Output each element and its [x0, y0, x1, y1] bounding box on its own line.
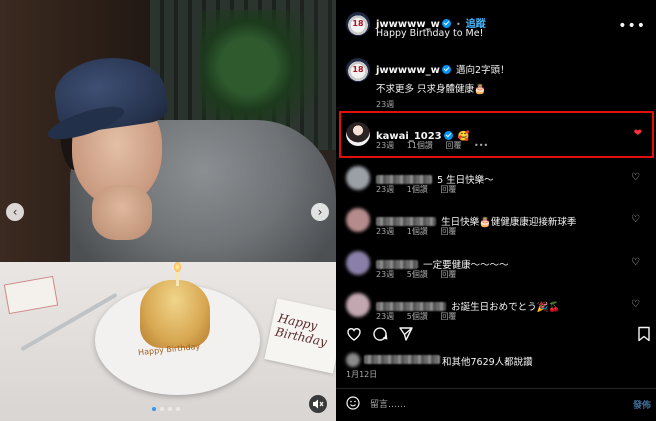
heart-icon[interactable]: ♡	[631, 257, 640, 268]
list-item: 一定要健康～～～～ 23週 5個讚 回覆 ♡	[346, 251, 646, 285]
jersey-number: 18	[352, 65, 364, 74]
comment-meta: 23週 1個讚 回覆	[376, 184, 456, 195]
blurred-username[interactable]	[376, 260, 418, 269]
post-date: 1月12日	[346, 370, 378, 379]
comment-likes[interactable]: 5個讚	[407, 312, 428, 321]
comment-input[interactable]	[370, 396, 590, 413]
reply-button[interactable]: 回覆	[440, 185, 456, 194]
heart-icon[interactable]: ♡	[631, 214, 640, 225]
carousel-dot	[152, 407, 156, 411]
comment-meta: 23週 11個讚 回覆 •••	[376, 140, 488, 151]
comment-time: 23週	[376, 270, 395, 279]
comment-glyph	[373, 327, 388, 341]
blurred-username[interactable]	[376, 302, 446, 311]
comment-meta: 23週 5個讚 回覆	[376, 269, 456, 280]
comment-composer: 發佈	[346, 396, 651, 414]
post-photo[interactable]: Happy Birthday Happy Birthday ‹ ›	[0, 0, 336, 421]
heart-glyph	[347, 328, 361, 341]
list-item: 5 生日快樂～ 23週 1個讚 回覆 ♡	[346, 166, 646, 200]
comment-time: 23週	[376, 227, 395, 236]
comment-time: 23週	[376, 141, 395, 150]
speaker-muted-glyph	[313, 399, 324, 409]
list-item: 生日快樂🎂健健康康迎接新球季 23週 1個讚 回覆 ♡	[346, 208, 646, 242]
heart-icon[interactable]: ❤	[634, 128, 642, 139]
bookmark-glyph	[638, 326, 650, 342]
list-item: お誕生日おめでとう🎉🍒 23週 5個讚 回覆 ♡	[346, 293, 646, 327]
heart-icon[interactable]: ♡	[631, 299, 640, 310]
post-subtitle: Happy Birthday to Me!	[376, 28, 484, 39]
likes-text: 和其他7629人都說讚	[442, 357, 533, 368]
reply-button[interactable]: 回覆	[445, 141, 461, 150]
more-options-icon[interactable]: •••	[618, 18, 646, 34]
birthday-cake	[140, 280, 210, 348]
avatar	[346, 353, 360, 367]
avatar[interactable]	[346, 122, 370, 146]
reply-button[interactable]: 回覆	[440, 227, 456, 236]
paper-plane-icon[interactable]	[398, 326, 414, 346]
caption-username[interactable]: jwwwww_w	[376, 65, 440, 76]
comment-likes[interactable]: 1個讚	[407, 185, 428, 194]
comment-icon[interactable]	[372, 326, 388, 346]
chevron-right-icon[interactable]: ›	[311, 203, 329, 221]
caption-line: jwwwww_w 邁向2字頭！	[376, 58, 510, 77]
jersey-number: 18	[352, 19, 364, 28]
avatar[interactable]	[346, 166, 370, 190]
avatar[interactable]	[346, 251, 370, 275]
comment-text: 生日快樂🎂健健康康迎接新球季	[441, 217, 577, 228]
carousel-dot	[160, 407, 164, 411]
candle-flame	[174, 262, 181, 272]
reply-button[interactable]: 回覆	[440, 270, 456, 279]
verified-badge-icon	[441, 19, 451, 28]
paper-plane-glyph	[399, 327, 413, 341]
person-hand	[92, 185, 152, 240]
caption-text: 邁向2字頭！	[455, 65, 510, 76]
chevron-left-icon[interactable]: ‹	[6, 203, 24, 221]
comment-likes[interactable]: 1個讚	[407, 227, 428, 236]
bookmark-icon[interactable]	[637, 326, 651, 346]
comment-time: 23週	[376, 185, 395, 194]
blurred-username[interactable]	[364, 355, 440, 364]
caption-time: 23週	[376, 100, 395, 109]
carousel-dot	[168, 407, 172, 411]
avatar[interactable]: 18	[346, 12, 370, 36]
comment-time: 23週	[376, 312, 395, 321]
verified-badge-icon	[441, 65, 451, 74]
smiley-icon[interactable]	[346, 396, 360, 414]
comment-text: お誕生日おめでとう🎉🍒	[451, 302, 561, 313]
post-side-panel: 18 jwwwww_w • 追蹤 Happy Birthday to Me! •…	[336, 0, 656, 421]
heart-icon[interactable]	[346, 326, 362, 346]
carousel-dot	[176, 407, 180, 411]
comment-meta: 23週 1個讚 回覆	[376, 226, 456, 237]
blurred-username[interactable]	[376, 217, 436, 226]
caption-text-2: 不求更多 只求身體健康🎂	[376, 84, 486, 95]
verified-badge-icon	[443, 131, 453, 140]
comment-meta: 23週 5個讚 回覆	[376, 311, 456, 322]
smiley-glyph	[346, 396, 360, 410]
reply-button[interactable]: 回覆	[440, 312, 456, 321]
heart-icon[interactable]: ♡	[631, 172, 640, 183]
comment-more-icon[interactable]: •••	[474, 141, 488, 150]
post-header: 18 jwwwww_w • 追蹤 Happy Birthday to Me! •…	[346, 12, 646, 42]
avatar[interactable]: 18	[346, 58, 370, 82]
comment-likes[interactable]: 5個讚	[407, 270, 428, 279]
avatar[interactable]	[346, 208, 370, 232]
post-button[interactable]: 發佈	[633, 398, 651, 411]
speaker-muted-icon[interactable]	[309, 395, 327, 413]
candle	[176, 270, 179, 286]
action-bar	[346, 326, 651, 346]
carousel-dots	[152, 407, 180, 411]
blurred-username[interactable]	[376, 175, 432, 184]
divider	[336, 388, 656, 389]
avatar[interactable]	[346, 293, 370, 317]
comment-likes[interactable]: 11個讚	[407, 141, 433, 150]
